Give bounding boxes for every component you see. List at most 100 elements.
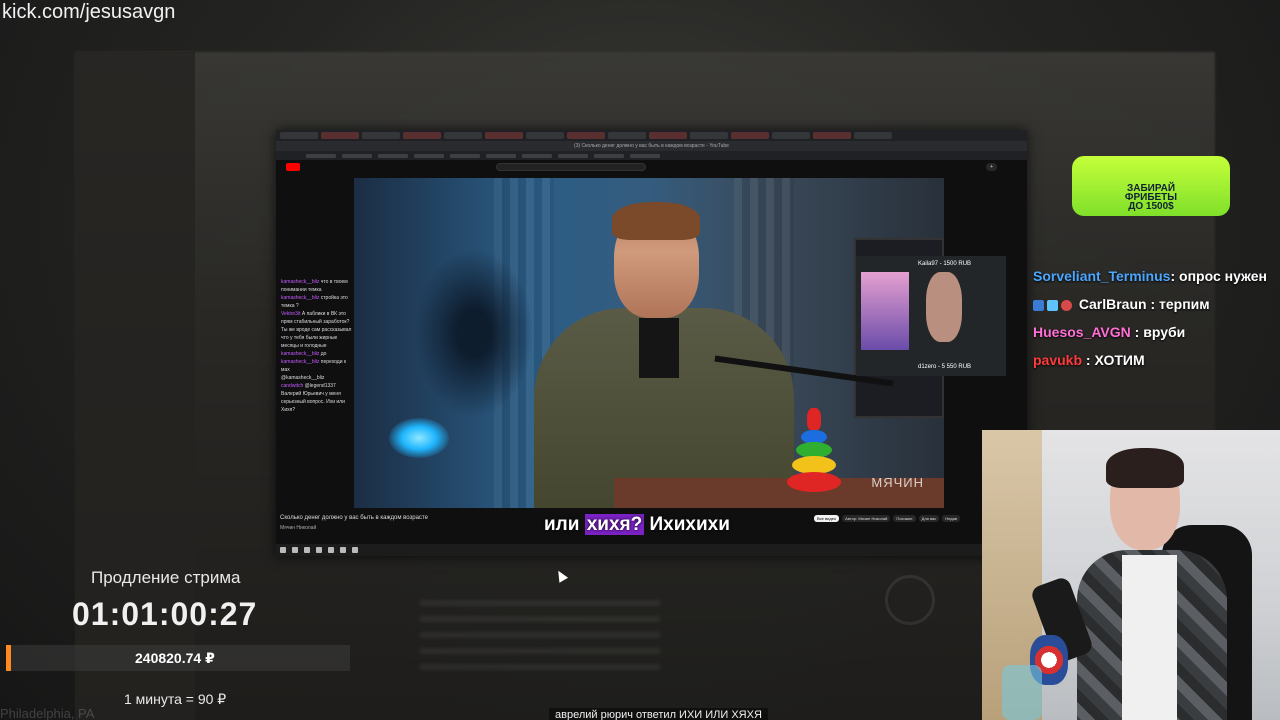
chat-text: ХОТИМ [1094,352,1145,368]
extension-title: Продление стрима [91,568,241,587]
chip[interactable]: Недав [942,515,960,522]
chat-separator: : [1082,352,1095,368]
browser-tab[interactable] [444,132,482,139]
subtitle-text: Ихихихи [644,514,730,535]
bookmark[interactable] [558,153,588,158]
chat-username[interactable]: Huesos_AVGN [1033,324,1131,340]
heart-badge-icon [1061,299,1072,311]
chip[interactable]: Автор: Мячин Николай [842,515,891,522]
chip[interactable]: Для вас [918,515,940,522]
app-icon[interactable] [340,547,346,553]
bookmark[interactable] [594,153,624,158]
chat-separator: : [1130,324,1144,340]
bookmarks-bar [276,151,1027,160]
browser-tab-bar[interactable] [276,130,1027,141]
chat-overlay-line: @kamasheck__bliz [281,375,325,381]
stream-chat: Sorveliant_Terminus: опрос нужен CarlBra… [1033,262,1278,374]
bookmark[interactable] [486,153,516,158]
youtube-search-input[interactable] [496,163,646,171]
background-city-text: Philadelphia, PA [0,706,95,720]
folder-icon[interactable] [304,547,310,553]
toy-pyramid [784,408,844,503]
app-icon[interactable] [352,547,358,553]
badge-icon [1047,299,1058,311]
channel-name[interactable]: Мячин Николай [280,525,316,531]
streamer-webcam [982,430,1280,720]
chat-text: вруби [1143,324,1186,340]
browser-tab[interactable] [321,132,359,139]
browser-tab[interactable] [649,132,687,139]
chat-username[interactable]: Sorveliant_Terminus [1033,268,1170,284]
plant [414,248,534,418]
promo-line: ДО 1500$ [1128,201,1174,212]
bookmark[interactable] [450,153,480,158]
chat-username[interactable]: CarlBraun [1079,296,1147,312]
donation-label: Kaila97 - 1500 RUB [918,261,972,267]
video-title: Сколько денег должно у вас быть в каждом… [280,515,428,521]
start-icon[interactable] [280,547,286,553]
chat-overlay-line: kamasheck__bliz переходи к мах [281,359,347,373]
kick-url: kick.com/jesusavgn [2,1,176,23]
donation-camera-overlay: Kaila97 - 1500 RUB d1zero - 5 550 RUB [856,256,1006,376]
video-chat-overlay: kamasheck__bliz что в твоем понимании те… [276,278,354,428]
browser-tab[interactable] [772,132,810,139]
chat-overlay-line: kamasheck__bliz стройка это темка ? [281,295,348,309]
subtitle-text: или [544,514,585,535]
browser-tab[interactable] [608,132,646,139]
background-blurred-text [420,600,660,670]
chat-message: Sorveliant_Terminus: опрос нужен [1033,262,1278,290]
pyramid-ring [807,408,821,430]
promo-banner: ЗАБИРАЙ ФРИБЕТЫ ДО 1500$ [1072,156,1230,216]
browser-tab[interactable] [731,132,769,139]
app-icon[interactable] [328,547,334,553]
browser-tab[interactable] [362,132,400,139]
pyramid-ring [787,472,841,492]
extension-progress-fill [6,645,12,671]
bookmark[interactable] [306,153,336,158]
chat-separator: : [1170,268,1180,284]
webcam-tshirt [1122,555,1177,720]
browser-tab[interactable] [813,132,851,139]
browser-tab[interactable] [485,132,523,139]
address-bar[interactable]: (3) Сколько денег должно у вас быть в ка… [276,141,1027,151]
chat-username[interactable]: pavukb [1033,352,1082,368]
browser-tab[interactable] [526,132,564,139]
chat-text: терпим [1159,296,1210,312]
extension-amount: 240820.74 ₽ [135,650,215,666]
person-hair [612,202,700,240]
video-watermark: МЯЧИН [871,475,924,490]
bookmark[interactable] [378,153,408,158]
chat-overlay-line: kamasheck__bliz что в твоем понимании те… [281,279,348,293]
webcam-bottle [1002,665,1042,720]
shared-screen: (3) Сколько денег должно у вас быть в ка… [276,130,1027,556]
browser-tab[interactable] [854,132,892,139]
browser-tab[interactable] [567,132,605,139]
chip[interactable]: Похожие [893,515,916,522]
badge-icon [1033,299,1044,311]
chat-message: CarlBraun : терпим [1033,290,1278,318]
bookmark[interactable] [630,153,660,158]
chat-message: Huesos_AVGN : вруби [1033,318,1278,346]
donation-image [861,272,909,350]
bookmark[interactable] [414,153,444,158]
browser-tab[interactable] [403,132,441,139]
extension-rate: 1 минута = 90 ₽ [124,691,227,707]
chat-notification: аврелий рюрич ответил ИХИ ИЛИ ХЯХЯ [549,708,768,720]
donation-label: d1zero - 5 550 RUB [918,364,972,370]
video-subtitle: или хихя? Ихихихи [544,514,730,536]
youtube-header: + [276,160,1027,174]
youtube-logo-icon[interactable] [286,163,300,171]
chip[interactable]: Все видео [814,515,840,522]
bookmark[interactable] [342,153,372,158]
browser-icon[interactable] [316,547,322,553]
browser-tab[interactable] [280,132,318,139]
search-icon[interactable] [292,547,298,553]
youtube-create-button[interactable]: + [986,163,997,171]
taskbar [276,544,1027,556]
bookmark[interactable] [522,153,552,158]
background-circle [885,575,935,625]
chat-separator: : [1146,296,1160,312]
browser-tab[interactable] [690,132,728,139]
chat-text: опрос нужен [1179,268,1268,284]
chat-overlay-line: candwitch @legend1337 Валерий Юрьевич у … [281,383,345,413]
